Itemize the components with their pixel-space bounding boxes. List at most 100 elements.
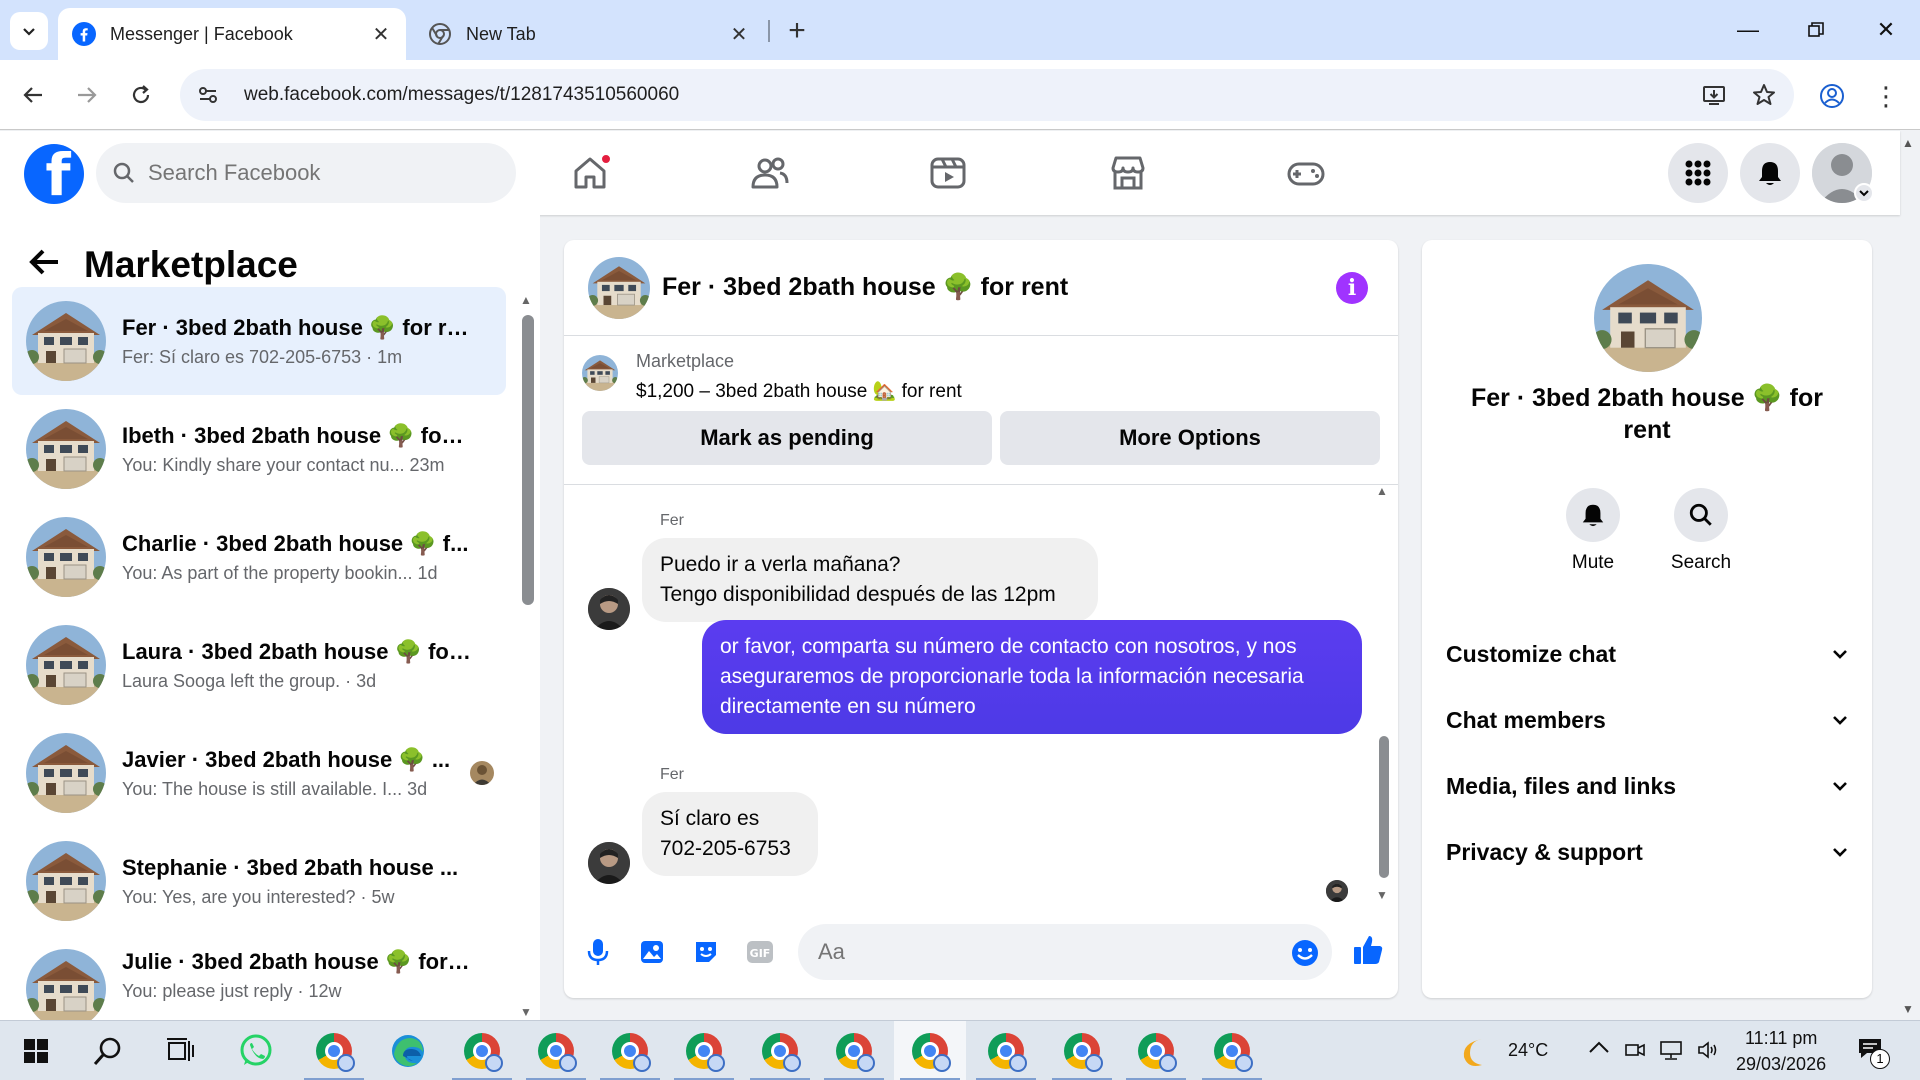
back-button[interactable] bbox=[14, 76, 52, 114]
taskbar-search-button[interactable] bbox=[72, 1021, 144, 1080]
chrome-app-3[interactable] bbox=[520, 1021, 592, 1080]
show-hidden-icons-chevron-up-icon[interactable] bbox=[1588, 1037, 1610, 1060]
start-button[interactable] bbox=[0, 1021, 72, 1080]
page-scroll-up-arrow[interactable]: ▲ bbox=[1902, 136, 1914, 150]
account-dropdown-badge[interactable] bbox=[1854, 183, 1874, 203]
nav-gaming[interactable] bbox=[1246, 141, 1366, 205]
gif-icon[interactable]: GIF bbox=[742, 934, 778, 970]
install-app-icon[interactable] bbox=[1694, 75, 1734, 115]
chevron-down-icon bbox=[23, 28, 35, 36]
chrome-app-5[interactable] bbox=[668, 1021, 740, 1080]
chrome-app-8[interactable] bbox=[894, 1021, 966, 1080]
media-files-links-row[interactable]: Media, files and links bbox=[1446, 764, 1848, 808]
chrome-app-9[interactable] bbox=[970, 1021, 1042, 1080]
address-bar[interactable]: web.facebook.com/messages/t/128174351056… bbox=[180, 69, 1794, 121]
close-tab-icon[interactable]: ✕ bbox=[728, 23, 750, 46]
like-thumbs-up-icon[interactable] bbox=[1348, 930, 1388, 970]
message-scrollbar[interactable] bbox=[1379, 736, 1389, 878]
facebook-logo[interactable]: f bbox=[24, 144, 84, 204]
tab-messenger[interactable]: Messenger | Facebook ✕ bbox=[58, 8, 406, 60]
new-tab-button[interactable]: + bbox=[780, 14, 814, 48]
close-window-button[interactable]: ✕ bbox=[1866, 12, 1906, 48]
browser-profile-button[interactable] bbox=[1812, 76, 1852, 116]
emoji-icon[interactable] bbox=[1290, 938, 1320, 968]
message-input-container[interactable] bbox=[798, 924, 1332, 980]
nav-marketplace[interactable] bbox=[1068, 141, 1188, 205]
conversation-title[interactable]: Fer · 3bed 2bath house 🌳 for rent bbox=[662, 273, 1336, 302]
volume-icon[interactable] bbox=[1696, 1039, 1720, 1066]
edge-app[interactable] bbox=[372, 1021, 444, 1080]
scroll-down-arrow[interactable]: ▼ bbox=[520, 1005, 532, 1019]
chrome-app-2[interactable] bbox=[446, 1021, 518, 1080]
nav-home[interactable] bbox=[530, 141, 650, 205]
search-input[interactable] bbox=[148, 160, 488, 186]
search-in-chat-button[interactable]: Search bbox=[1656, 488, 1746, 574]
more-options-button[interactable]: More Options bbox=[1000, 411, 1380, 465]
page-scroll-down-arrow[interactable]: ▼ bbox=[1902, 1002, 1914, 1016]
url-text[interactable]: web.facebook.com/messages/t/128174351056… bbox=[244, 84, 1694, 106]
scroll-up-arrow[interactable]: ▲ bbox=[520, 293, 532, 307]
clock-time[interactable]: 11:11 pm bbox=[1745, 1028, 1817, 1049]
tab-new-tab[interactable]: New Tab ✕ bbox=[414, 8, 764, 60]
chrome-app-6[interactable] bbox=[744, 1021, 816, 1080]
image-upload-icon[interactable] bbox=[634, 934, 670, 970]
back-arrow-icon[interactable] bbox=[28, 244, 60, 287]
task-view-button[interactable] bbox=[144, 1021, 216, 1080]
scroll-up-arrow[interactable]: ▲ bbox=[1376, 484, 1388, 498]
minimize-button[interactable]: — bbox=[1728, 12, 1768, 48]
chat-item-ibeth[interactable]: Ibeth · 3bed 2bath house 🌳 for ... You: K… bbox=[12, 395, 506, 503]
chat-item-julie[interactable]: Julie · 3bed 2bath house 🌳 for ... You: p… bbox=[12, 935, 506, 1020]
meet-now-icon[interactable] bbox=[1624, 1039, 1646, 1066]
chrome-app-11[interactable] bbox=[1120, 1021, 1192, 1080]
chat-item-javier[interactable]: Javier · 3bed 2bath house 🌳 ... You: The … bbox=[12, 719, 506, 827]
microphone-icon[interactable] bbox=[580, 934, 616, 970]
moon-weather-icon[interactable] bbox=[1460, 1035, 1494, 1074]
network-icon[interactable] bbox=[1658, 1039, 1684, 1066]
chrome-app-1[interactable] bbox=[298, 1021, 370, 1080]
chat-item-laura[interactable]: Laura · 3bed 2bath house 🌳 for... Laura S… bbox=[12, 611, 506, 719]
notification-center-button[interactable]: 1 bbox=[1856, 1035, 1890, 1069]
mark-as-pending-button[interactable]: Mark as pending bbox=[582, 411, 992, 465]
forward-button[interactable] bbox=[68, 76, 106, 114]
chat-item-fer[interactable]: Fer · 3bed 2bath house 🌳 for re... Fer: S… bbox=[12, 287, 506, 395]
browser-menu-button[interactable]: ⋮ bbox=[1866, 76, 1906, 116]
facebook-search[interactable] bbox=[96, 143, 516, 203]
nav-video[interactable] bbox=[888, 141, 1008, 205]
svg-text:GIF: GIF bbox=[750, 947, 771, 960]
customize-chat-row[interactable]: Customize chat bbox=[1446, 632, 1848, 676]
site-info-icon[interactable] bbox=[190, 77, 226, 113]
close-tab-icon[interactable]: ✕ bbox=[370, 23, 392, 46]
chrome-app-4[interactable] bbox=[594, 1021, 666, 1080]
notifications-button[interactable] bbox=[1740, 143, 1800, 203]
scroll-down-arrow[interactable]: ▼ bbox=[1376, 888, 1388, 902]
sender-avatar[interactable] bbox=[588, 588, 630, 630]
restore-button[interactable] bbox=[1796, 12, 1836, 48]
reload-button[interactable] bbox=[122, 76, 160, 114]
whatsapp-app[interactable] bbox=[220, 1021, 292, 1080]
tab-search-button[interactable] bbox=[10, 12, 48, 50]
listing-title[interactable]: $1,200 – 3bed 2bath house 🏡 for rent bbox=[636, 379, 962, 403]
chrome-app-10[interactable] bbox=[1046, 1021, 1118, 1080]
sender-avatar[interactable] bbox=[588, 842, 630, 884]
privacy-support-row[interactable]: Privacy & support bbox=[1446, 830, 1848, 874]
section-label: Customize chat bbox=[1446, 640, 1616, 667]
chat-list-scrollbar[interactable] bbox=[522, 315, 534, 605]
message-input[interactable] bbox=[818, 939, 1258, 965]
bookmark-star-icon[interactable] bbox=[1744, 75, 1784, 115]
chrome-app-7[interactable] bbox=[818, 1021, 890, 1080]
conversation-avatar[interactable] bbox=[588, 257, 650, 319]
clock-date[interactable]: 29/03/2026 bbox=[1736, 1054, 1826, 1075]
chat-item-stephanie[interactable]: Stephanie · 3bed 2bath house ... You: Yes… bbox=[12, 827, 506, 935]
nav-friends[interactable] bbox=[710, 141, 830, 205]
mute-button[interactable]: Mute bbox=[1548, 488, 1638, 574]
menu-button[interactable] bbox=[1668, 143, 1728, 203]
details-avatar[interactable] bbox=[1594, 264, 1702, 372]
chat-item-charlie[interactable]: Charlie · 3bed 2bath house 🌳 f... You: As… bbox=[12, 503, 506, 611]
sticker-icon[interactable] bbox=[688, 934, 724, 970]
info-icon[interactable]: i bbox=[1336, 271, 1368, 304]
chrome-icon bbox=[1214, 1033, 1253, 1072]
chrome-app-12[interactable] bbox=[1196, 1021, 1268, 1080]
chat-members-row[interactable]: Chat members bbox=[1446, 698, 1848, 742]
arrow-right-icon bbox=[78, 87, 97, 103]
weather-temp[interactable]: 24°C bbox=[1508, 1040, 1548, 1061]
